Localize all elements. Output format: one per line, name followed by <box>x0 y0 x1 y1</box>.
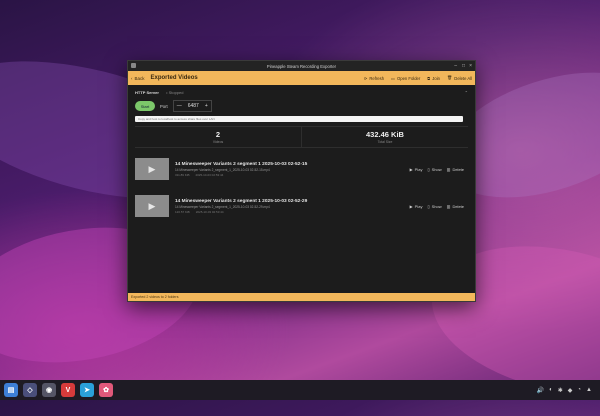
video-item: ▶ 14 Minesweeper Variants 2 segment 1 20… <box>135 190 468 222</box>
play-label: Play <box>414 166 423 172</box>
play-icon: ▶ <box>409 166 413 172</box>
http-server-label: HTTP Server <box>135 90 159 95</box>
delete-all-label: Delete All <box>454 75 472 81</box>
open-folder-button[interactable]: ▭ Open Folder <box>391 76 420 81</box>
steam-icon[interactable]: ◉ <box>42 383 56 397</box>
port-value[interactable]: 6487 <box>188 103 199 109</box>
server-status: • Stopped <box>166 90 184 95</box>
video-filename: 14 Minesweeper Variants 2_segment_1_2025… <box>175 167 270 172</box>
file-icon: ▯ <box>427 203 430 209</box>
play-overlay-icon: ▶ <box>148 200 156 211</box>
video-filename: 14 Minesweeper Variants 2_segment_1_2025… <box>175 204 270 209</box>
taskbar: ▤ ◇ ◉ V ➤ ✿ 🔊 ◐ ✱ ◆ ◔ ▲ <box>0 380 600 400</box>
join-icon: ⧉ <box>427 75 431 81</box>
video-thumbnail[interactable]: ▶ <box>135 195 169 217</box>
show-button[interactable]: ▯ Show <box>427 204 441 209</box>
total-size-label: Total Size <box>377 140 393 144</box>
back-arrow-icon: ‹ <box>131 75 133 81</box>
telegram-icon[interactable]: ➤ <box>80 383 94 397</box>
play-overlay-icon: ▶ <box>148 163 156 174</box>
close-button[interactable]: × <box>469 62 472 70</box>
delete-all-button[interactable]: 🗑 Delete All <box>447 75 472 81</box>
video-thumbnail[interactable]: ▶ <box>135 158 169 180</box>
show-label: Show <box>431 203 442 209</box>
refresh-icon: ⟳ <box>363 75 368 81</box>
port-stepper: — 6487 + <box>172 100 212 112</box>
clock-icon[interactable]: ◔ <box>577 387 581 393</box>
trash-icon: ▥ <box>446 203 451 209</box>
total-size-stat: 432.46 KiB Total Size <box>301 127 468 147</box>
play-button[interactable]: ▶ Play <box>410 167 423 172</box>
trash-icon: ▥ <box>446 166 451 172</box>
video-item: ▶ 14 Minesweeper Variants 2 segment 1 20… <box>135 153 468 185</box>
show-label: Show <box>431 166 442 172</box>
refresh-label: Refresh <box>369 75 385 81</box>
delete-button[interactable]: ▥ Delete <box>447 204 464 209</box>
start-server-button[interactable]: Start <box>135 101 155 111</box>
main-content: HTTP Server • Stopped ⌃ Start Port — 648… <box>128 85 475 227</box>
stats-panel: 2 Videos 432.46 KiB Total Size <box>135 126 468 148</box>
trash-icon: 🗑 <box>446 75 453 80</box>
back-label: Back <box>134 75 145 81</box>
show-button[interactable]: ▯ Show <box>427 167 441 172</box>
delete-label: Delete <box>452 203 464 209</box>
clipboard-icon[interactable]: ◆ <box>568 387 573 394</box>
videos-count-stat: 2 Videos <box>135 127 301 147</box>
folder-icon: ▭ <box>391 75 395 81</box>
vscode-icon[interactable]: ◇ <box>23 383 37 397</box>
port-label: Port <box>160 103 168 109</box>
videos-count-label: Videos <box>212 140 224 144</box>
system-tray: 🔊 ◐ ✱ ◆ ◔ ▲ <box>537 387 592 394</box>
volume-icon[interactable]: 🔊 <box>537 387 544 394</box>
total-size: 432.46 KiB <box>366 130 404 139</box>
server-controls: Start Port — 6487 + <box>135 100 468 112</box>
open-folder-label: Open Folder <box>397 75 421 81</box>
port-increment-button[interactable]: + <box>205 103 208 109</box>
window-title: Pineapple Steam Recording Exporter <box>266 63 337 69</box>
server-url-field[interactable]: Copy and host to localhost to access sha… <box>135 116 463 122</box>
minimize-button[interactable]: – <box>454 62 457 70</box>
bluetooth-icon[interactable]: ✱ <box>558 387 563 394</box>
video-title: 14 Minesweeper Variants 2 segment 1 2025… <box>175 161 308 167</box>
videos-count: 2 <box>215 130 221 139</box>
pineapple-icon[interactable]: ✿ <box>99 383 113 397</box>
video-size: 311.89 KiB <box>175 172 190 177</box>
maximize-button[interactable]: □ <box>462 62 465 70</box>
page-title: Exported Videos <box>150 75 198 81</box>
delete-label: Delete <box>452 166 464 172</box>
play-label: Play <box>414 203 423 209</box>
video-title: 14 Minesweeper Variants 2 segment 1 2025… <box>175 198 308 204</box>
back-button[interactable]: ‹ Back <box>131 76 145 81</box>
http-server-header: HTTP Server • Stopped ⌃ <box>135 90 468 95</box>
network-icon[interactable]: ◐ <box>549 387 553 393</box>
refresh-button[interactable]: ⟳ Refresh <box>364 76 384 81</box>
vivaldi-icon[interactable]: V <box>61 383 75 397</box>
status-text: Exported 2 videos to 2 folders <box>131 295 179 299</box>
tray-expand-icon[interactable]: ▲ <box>586 387 592 393</box>
files-icon[interactable]: ▤ <box>4 383 18 397</box>
toolbar: ‹ Back Exported Videos ⟳ Refresh ▭ Open … <box>128 71 475 85</box>
join-button[interactable]: ⧉ Join <box>427 76 440 81</box>
status-bar: Exported 2 videos to 2 folders <box>128 293 475 301</box>
chevron-up-icon[interactable]: ⌃ <box>465 90 468 95</box>
delete-button[interactable]: ▥ Delete <box>447 167 464 172</box>
join-label: Join <box>432 75 440 81</box>
window-titlebar[interactable]: Pineapple Steam Recording Exporter – □ × <box>128 61 475 71</box>
video-date: 2025-10-03 02:53:44 <box>195 209 224 214</box>
play-icon: ▶ <box>409 203 413 209</box>
app-window: Pineapple Steam Recording Exporter – □ ×… <box>127 60 476 302</box>
file-icon: ▯ <box>427 166 430 172</box>
play-button[interactable]: ▶ Play <box>410 204 423 209</box>
port-decrement-button[interactable]: — <box>177 103 182 109</box>
video-date: 2025-10-03 02:53:44 <box>195 172 224 177</box>
video-size: 120.57 KiB <box>175 209 190 214</box>
app-icon <box>131 63 136 68</box>
